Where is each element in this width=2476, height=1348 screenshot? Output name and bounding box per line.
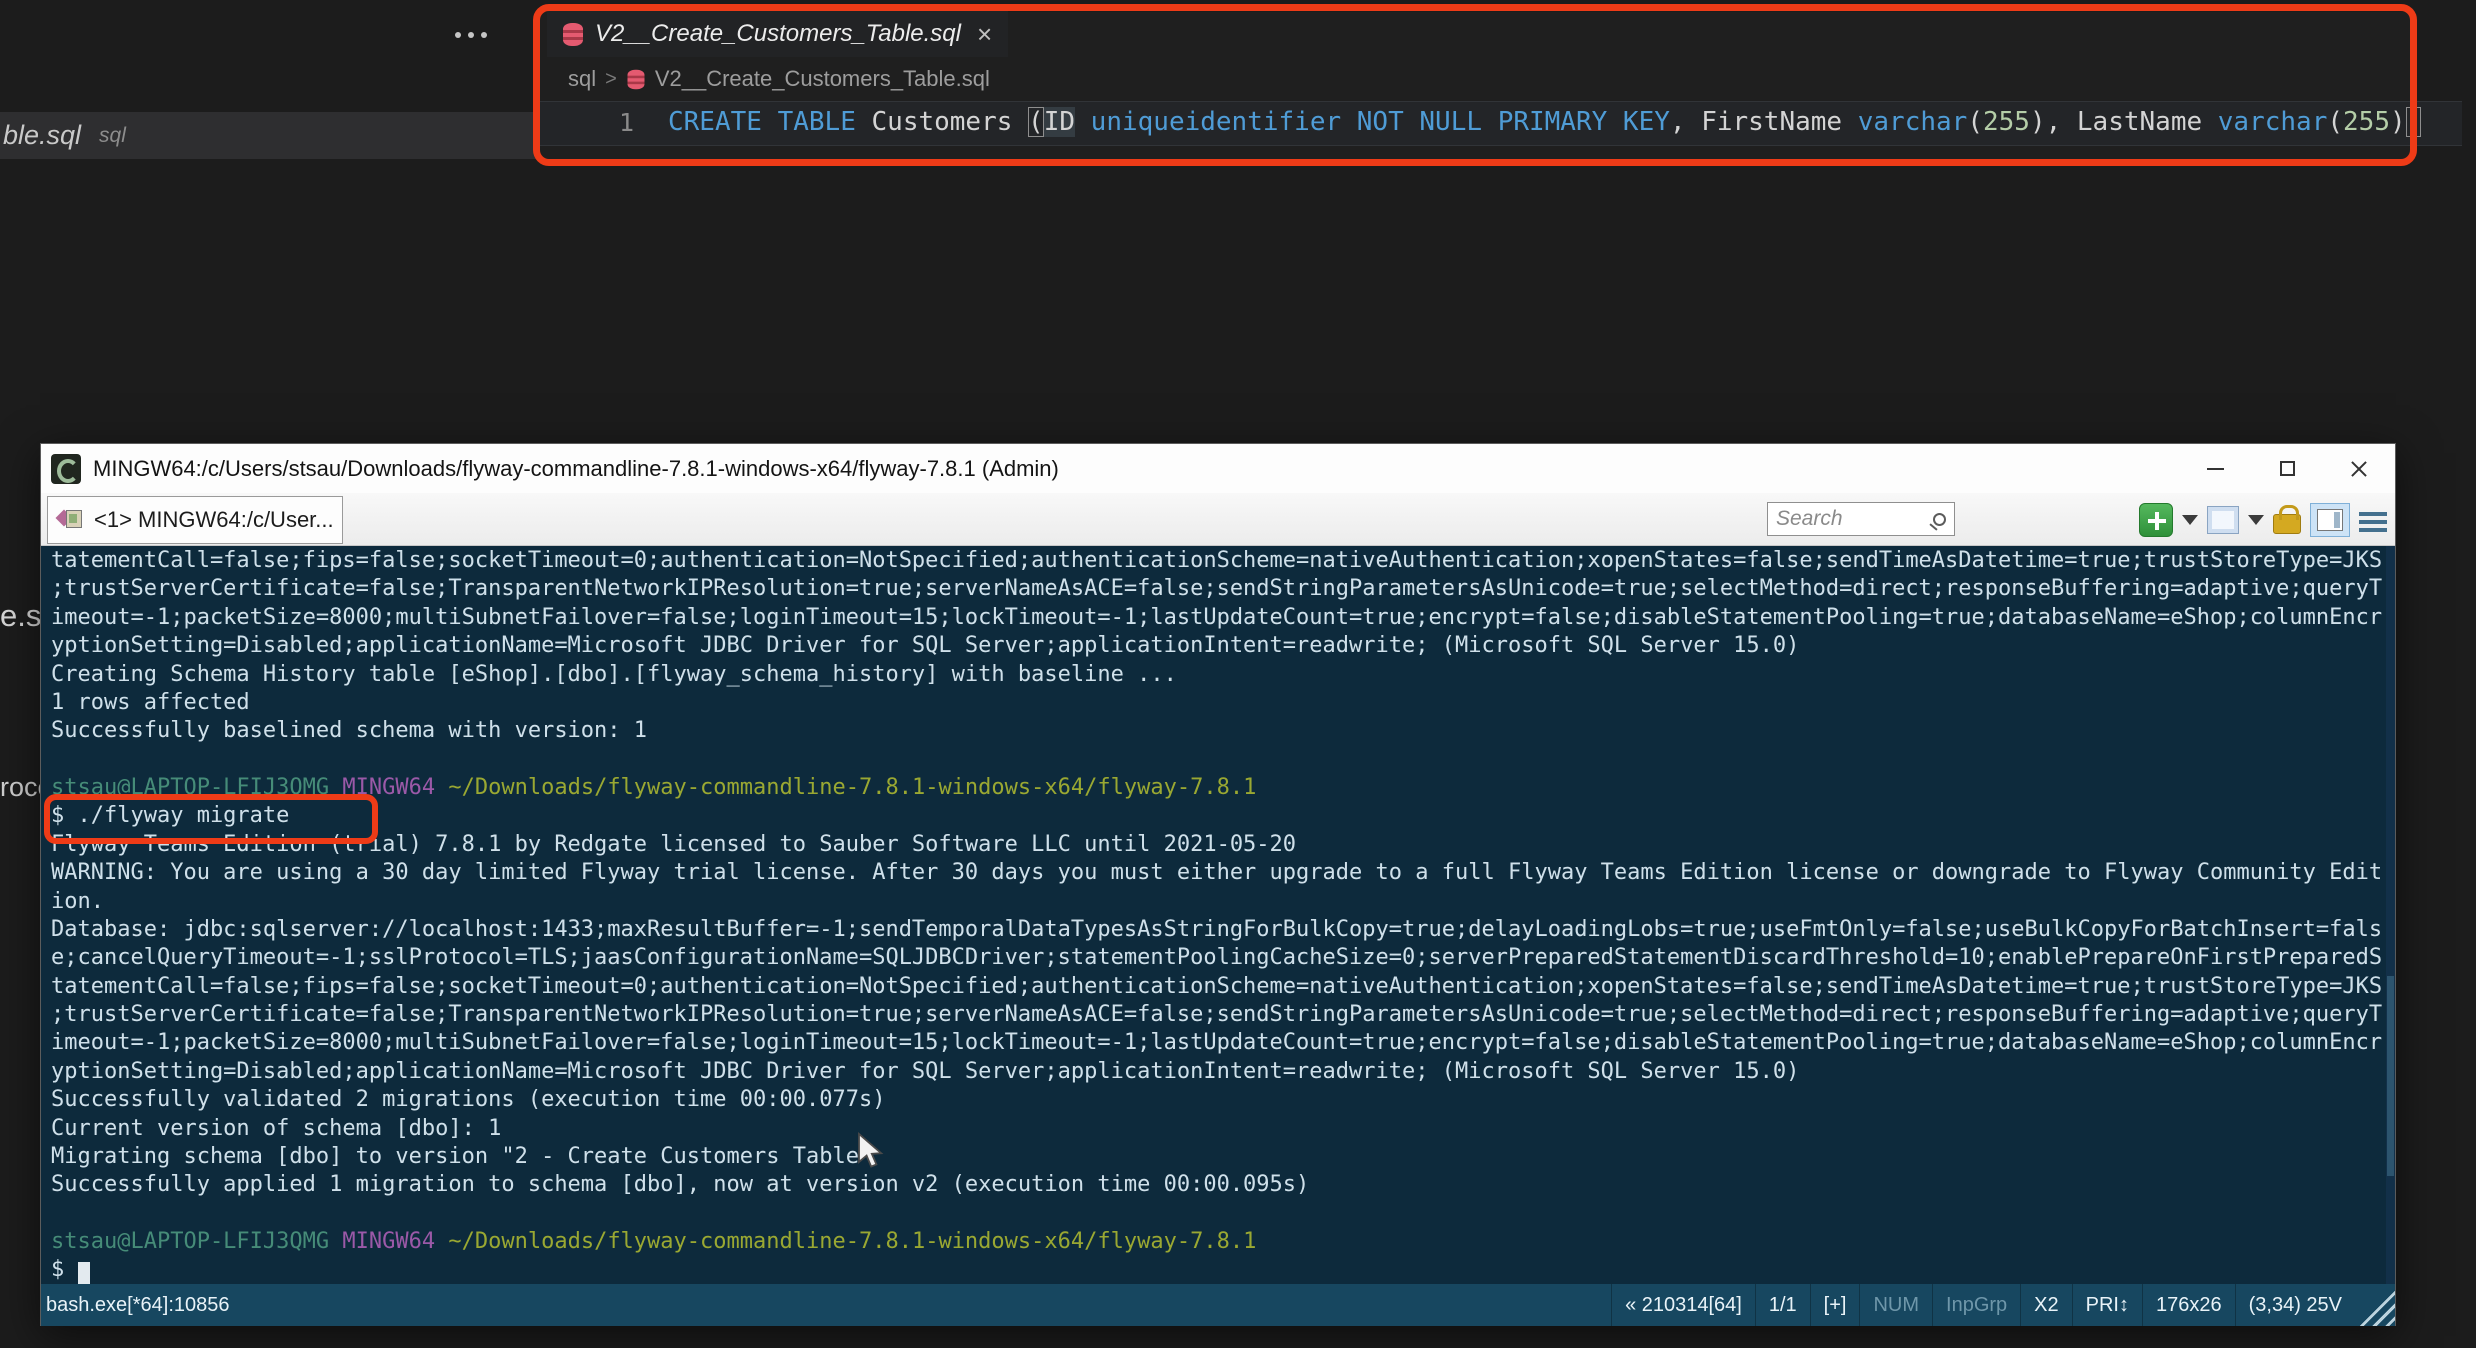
background-editor-tab[interactable]: ble.sql sql xyxy=(0,112,537,159)
mingw-shell-icon xyxy=(55,508,84,532)
terminal-line: Creating Schema History table [eShop].[d… xyxy=(51,661,1177,687)
new-console-dropdown-icon[interactable] xyxy=(2182,515,2198,525)
maximize-icon xyxy=(2279,461,2295,476)
breadcrumb[interactable]: sql > V2__Create_Customers_Table.sql xyxy=(568,66,990,92)
terminal-line: Successfully validated 2 migrations (exe… xyxy=(51,1087,886,1113)
terminal-line: ;trustServerCertificate=false;Transparen… xyxy=(51,576,2383,602)
status-cells: « 210314[64] 1/1 [+] NUM InpGrp X2 PRI↕ 176x26(… xyxy=(1611,1284,2355,1326)
close-icon xyxy=(2350,460,2368,478)
terminal-line: yptionSetting=Disabled;applicationName=M… xyxy=(51,633,1800,659)
lock-icon[interactable] xyxy=(2273,505,2301,534)
code-line[interactable]: CREATE TABLE Customers (ID uniqueidentif… xyxy=(668,107,2422,137)
search-icon xyxy=(1933,512,1946,526)
minimize-button[interactable] xyxy=(2179,444,2251,493)
console-tab[interactable]: <1> MINGW64:/c/User... xyxy=(47,496,343,544)
terminal-scrollbar[interactable] xyxy=(2386,546,2395,1284)
status-cell: NUM xyxy=(1859,1284,1932,1326)
terminal-tabbar: <1> MINGW64:/c/User... Search xyxy=(41,493,2395,546)
terminal-line: Successfully applied 1 migration to sche… xyxy=(51,1172,1310,1198)
status-cell: PRI↕ xyxy=(2071,1284,2142,1326)
terminal-window-title: MINGW64:/c/Users/stsau/Downloads/flyway-… xyxy=(93,455,1059,481)
background-tab-filename: ble.sql xyxy=(3,120,82,150)
terminal-titlebar[interactable]: MINGW64:/c/Users/stsau/Downloads/flyway-… xyxy=(41,444,2395,493)
terminal-line: stsau@LAPTOP-LFIJ3QMG MINGW64 ~/Download… xyxy=(51,1229,1257,1254)
status-cell: X2 xyxy=(2020,1284,2071,1326)
terminal-line: Successfully baselined schema with versi… xyxy=(51,718,648,744)
new-console-button[interactable] xyxy=(2139,503,2173,537)
terminal-line: 1 rows affected xyxy=(51,689,250,715)
terminal-line: e;cancelQueryTimeout=-1;sslProtocol=TLS;… xyxy=(51,945,2383,971)
terminal-output: tatementCall=false;fips=false;socketTime… xyxy=(41,546,2395,1284)
window-mode-button[interactable] xyxy=(2207,506,2239,534)
database-file-icon xyxy=(563,22,583,46)
panel-view-button[interactable] xyxy=(2310,503,2350,537)
terminal-line: tatementCall=false;fips=false;socketTime… xyxy=(51,548,2383,573)
search-box[interactable]: Search xyxy=(1767,502,1955,536)
terminal-line: imeout=-1;packetSize=8000;multiSubnetFai… xyxy=(51,1030,2383,1056)
screen: ble.sql sql e.sq roce V2__Create_Custome… xyxy=(0,0,2476,1348)
terminal-line: Current version of schema [dbo]: 1 xyxy=(51,1115,502,1141)
terminal-line: tatementCall=false;fips=false;socketTime… xyxy=(51,973,2383,999)
status-cell: 176x26 xyxy=(2141,1284,2235,1326)
terminal-line: Flyway Teams Edition (trial) 7.8.1 by Re… xyxy=(51,831,1297,857)
terminal-line: WARNING: You are using a 30 day limited … xyxy=(51,860,2383,886)
terminal-line: Migrating schema [dbo] to version "2 - C… xyxy=(51,1143,873,1169)
close-button[interactable] xyxy=(2323,444,2395,493)
terminal-line: imeout=-1;packetSize=8000;multiSubnetFai… xyxy=(51,604,2383,630)
console-tab-label: <1> MINGW64:/c/User... xyxy=(94,507,334,532)
breadcrumb-folder[interactable]: sql xyxy=(568,66,596,92)
window-mode-dropdown-icon[interactable] xyxy=(2248,515,2264,525)
database-file-icon xyxy=(627,69,645,89)
terminal-line: $ ./flyway migrate xyxy=(51,803,290,829)
process-status: bash.exe[*64]:10856 xyxy=(46,1293,230,1316)
tab-close-icon[interactable]: × xyxy=(977,21,992,47)
terminal-line: Database: jdbc:sqlserver://localhost:143… xyxy=(51,916,2383,942)
more-actions-icon[interactable] xyxy=(455,32,461,38)
window-controls xyxy=(2179,444,2395,493)
terminal-statusbar: bash.exe[*64]:10856 « 210314[64] 1/1 [+] NU… xyxy=(41,1284,2395,1326)
minimize-icon xyxy=(2206,467,2224,470)
mouse-cursor xyxy=(858,1132,884,1168)
terminal-line: ion. xyxy=(51,888,104,914)
terminal-line: stsau@LAPTOP-LFIJ3QMG MINGW64 ~/Download… xyxy=(51,775,1257,800)
terminal-window: MINGW64:/c/Users/stsau/Downloads/flyway-… xyxy=(40,443,2396,1326)
status-cell: InpGrp xyxy=(1932,1284,2020,1326)
background-tab-language: sql xyxy=(99,123,126,147)
terminal-line: ;trustServerCertificate=false;Transparen… xyxy=(51,1002,2383,1027)
status-cell: [+] xyxy=(1809,1284,1860,1326)
chevron-right-icon: > xyxy=(605,67,617,90)
breadcrumb-file[interactable]: V2__Create_Customers_Table.sql xyxy=(655,66,990,92)
status-cell: « 210314[64] xyxy=(1611,1284,1755,1326)
status-cell: (3,34) 25V xyxy=(2234,1284,2355,1326)
editor-tab-sql-file[interactable]: V2__Create_Customers_Table.sql × xyxy=(547,11,1009,57)
resize-grip[interactable] xyxy=(2355,1284,2395,1326)
terminal-line: yptionSetting=Disabled;applicationName=M… xyxy=(51,1058,1800,1084)
terminal-line: $ xyxy=(51,1257,2395,1284)
maximize-button[interactable] xyxy=(2251,444,2323,493)
hamburger-menu-icon[interactable] xyxy=(2359,512,2387,532)
toolbar xyxy=(2139,501,2387,539)
status-cell: 1/1 xyxy=(1754,1284,1810,1326)
search-input[interactable]: Search xyxy=(1776,507,1933,531)
editor-tab-title: V2__Create_Customers_Table.sql xyxy=(595,20,961,47)
line-number: 1 xyxy=(618,108,634,137)
conemu-app-icon xyxy=(51,453,81,484)
